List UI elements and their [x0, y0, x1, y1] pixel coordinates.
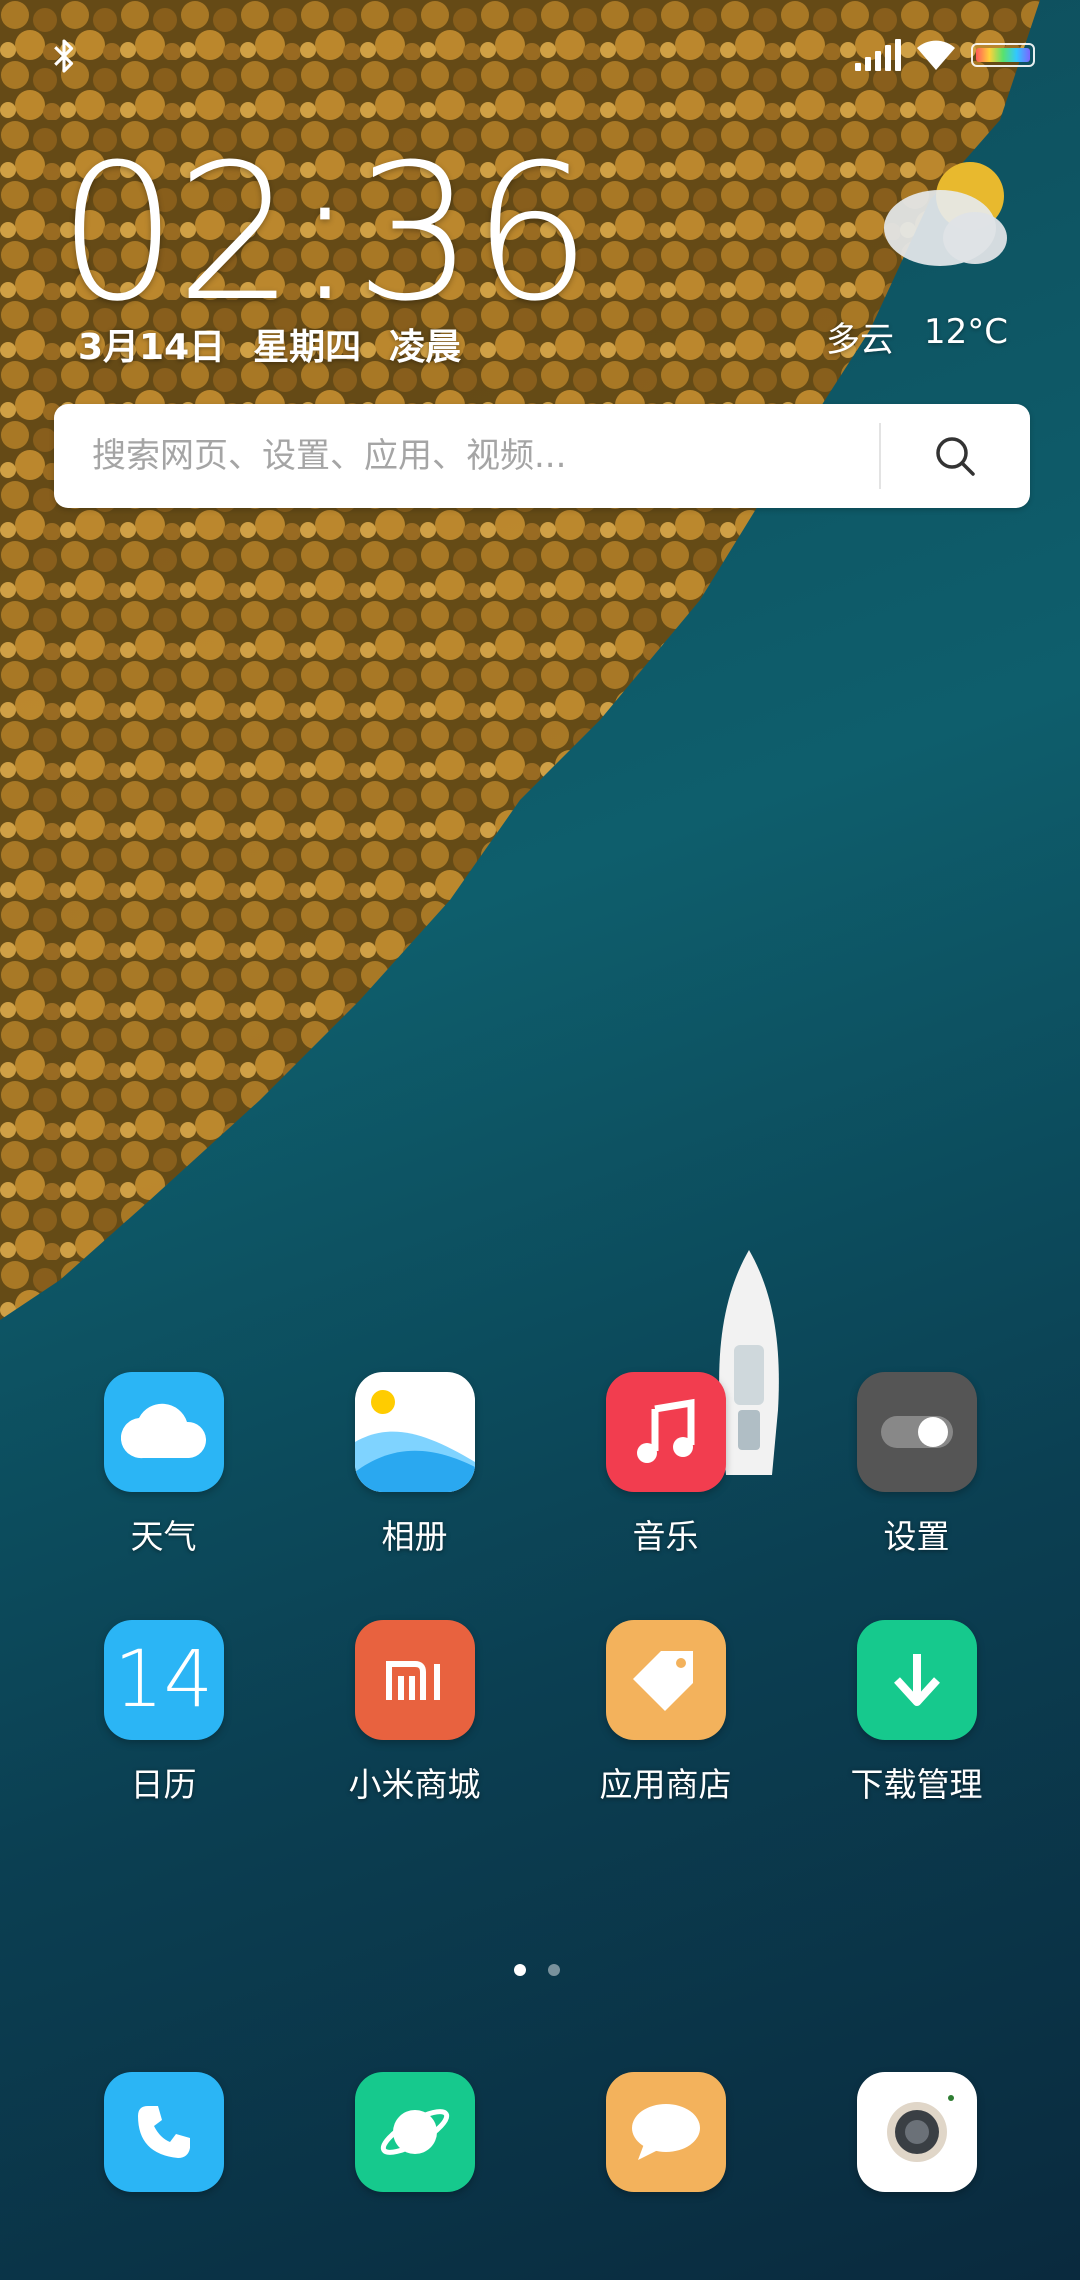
download-icon — [856, 1620, 977, 1740]
app-music[interactable]: 音乐 — [540, 1372, 791, 1558]
wifi-icon — [917, 40, 955, 70]
partly-cloudy-icon[interactable] — [880, 160, 1010, 270]
weather-condition: 多云 — [825, 320, 894, 360]
app-weather[interactable]: 天气 — [38, 1372, 289, 1558]
settings-icon — [856, 1372, 977, 1492]
status-bar — [0, 0, 1080, 110]
app-label: 相册 — [381, 1517, 448, 1556]
gallery-icon — [354, 1372, 475, 1492]
camera-icon — [856, 2072, 977, 2192]
app-gallery[interactable]: 相册 — [289, 1372, 540, 1558]
app-mi-store[interactable]: 小米商城 — [289, 1620, 540, 1806]
page-dot-1[interactable] — [514, 1964, 526, 1976]
calendar-icon: 14 — [103, 1620, 224, 1740]
weather-icon — [103, 1372, 224, 1492]
page-indicator[interactable] — [514, 1964, 560, 1976]
dock-phone[interactable] — [38, 2072, 289, 2192]
search-bar[interactable] — [54, 404, 1030, 508]
music-icon — [605, 1372, 726, 1492]
search-button[interactable] — [881, 404, 1030, 508]
app-settings[interactable]: 设置 — [791, 1372, 1042, 1558]
app-label: 设置 — [883, 1517, 950, 1556]
dock-camera[interactable] — [791, 2072, 1042, 2192]
calendar-day: 14 — [113, 1635, 214, 1725]
dock-browser[interactable] — [289, 2072, 540, 2192]
app-label: 下载管理 — [850, 1765, 983, 1804]
date-row[interactable]: 3月14日 星期四 凌晨 — [78, 318, 461, 370]
dock-messages[interactable] — [540, 2072, 791, 2192]
weekday-label: 星期四 — [253, 327, 362, 368]
app-downloads[interactable]: 下载管理 — [791, 1620, 1042, 1806]
app-label: 小米商城 — [348, 1765, 481, 1804]
cellular-signal-icon — [855, 39, 901, 71]
app-store-icon — [605, 1620, 726, 1740]
app-label: 应用商店 — [599, 1765, 732, 1804]
weather-temperature: 12°C — [923, 312, 1008, 352]
bluetooth-icon — [54, 39, 74, 73]
app-grid: 天气 相册 音乐 设置 14 日历 小米商城 应用商店 下载管理 — [38, 1372, 1042, 1806]
app-label: 日历 — [130, 1765, 197, 1804]
browser-icon — [354, 2072, 475, 2192]
clock-time[interactable]: 02:36 — [58, 140, 592, 328]
dock — [38, 2072, 1042, 2192]
page-dot-2[interactable] — [548, 1964, 560, 1976]
messages-icon — [605, 2072, 726, 2192]
app-label: 音乐 — [632, 1517, 699, 1556]
period-label: 凌晨 — [389, 327, 462, 368]
app-calendar[interactable]: 14 日历 — [38, 1620, 289, 1806]
mi-store-icon — [354, 1620, 475, 1740]
battery-icon — [971, 43, 1035, 67]
search-input[interactable] — [90, 435, 879, 477]
app-label: 天气 — [130, 1517, 197, 1556]
phone-icon — [103, 2072, 224, 2192]
app-store[interactable]: 应用商店 — [540, 1620, 791, 1806]
search-icon — [936, 437, 976, 476]
weather-summary[interactable]: 多云 12°C — [826, 312, 1008, 361]
date-label: 3月14日 — [78, 327, 226, 368]
